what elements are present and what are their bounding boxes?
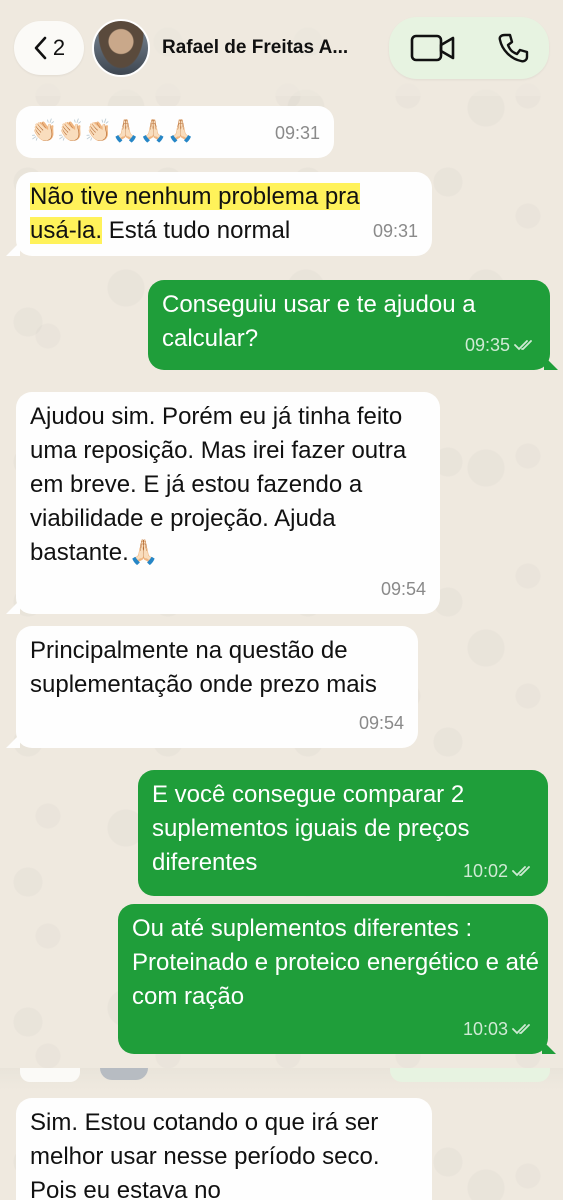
highlighted-text: usá-la.	[30, 217, 103, 244]
incoming-message-bubble[interactable]: Principalmente na questão de suplementaç…	[16, 626, 418, 748]
message-time: 09:31	[372, 221, 418, 241]
message-time-row: 10:02	[463, 854, 534, 888]
message-time: 09:54	[380, 579, 426, 599]
call-actions	[389, 17, 549, 79]
outgoing-message-bubble[interactable]: Ou até suplementos diferentes : Proteina…	[118, 904, 548, 1054]
message-text: Sim. Estou cotando o que irá ser melhor …	[30, 1109, 380, 1200]
phone-icon[interactable]	[497, 32, 529, 64]
unread-count: 2	[52, 35, 66, 60]
message-time: 09:31	[274, 123, 320, 143]
chat-header: 2 Rafael de Freitas A...	[0, 0, 563, 96]
video-camera-icon[interactable]	[410, 33, 456, 63]
double-check-icon	[512, 866, 530, 877]
double-check-icon	[512, 1024, 530, 1035]
message-time-row: 09:35	[465, 328, 536, 362]
chevron-left-icon	[33, 36, 47, 60]
message-text: Ou até suplementos diferentes : Proteina…	[132, 915, 539, 1010]
incoming-message-bubble[interactable]: Ajudou sim. Porém eu já tinha feito uma …	[16, 392, 440, 614]
contact-avatar[interactable]	[92, 19, 150, 77]
message-text-rest: Está tudo normal	[102, 217, 291, 244]
message-text: Ajudou sim. Porém eu já tinha feito uma …	[30, 403, 407, 566]
highlighted-text: Não tive nenhum problema pra	[30, 183, 360, 210]
incoming-message-bubble[interactable]: Não tive nenhum problema pra usá-la. Est…	[16, 172, 432, 256]
message-text: Não tive nenhum problema pra usá-la. Est…	[30, 180, 418, 248]
outgoing-message-bubble[interactable]: E você consegue comparar 2 suplementos i…	[138, 770, 548, 896]
message-text: Principalmente na questão de suplementaç…	[30, 637, 377, 698]
message-text: 👏🏻👏🏻👏🏻🙏🏻🙏🏻🙏🏻	[30, 118, 195, 143]
screenshot-seam	[0, 1068, 563, 1090]
message-time-row: 10:03	[463, 1012, 534, 1046]
back-button[interactable]: 2	[14, 21, 84, 75]
incoming-message-bubble[interactable]: Sim. Estou cotando o que irá ser melhor …	[16, 1098, 432, 1200]
message-time: 09:54	[358, 713, 404, 733]
message-time: 10:02	[462, 861, 508, 881]
incoming-message-bubble[interactable]: 👏🏻👏🏻👏🏻🙏🏻🙏🏻🙏🏻 09:31	[16, 106, 334, 158]
contact-name[interactable]: Rafael de Freitas A...	[162, 37, 372, 59]
outgoing-message-bubble[interactable]: Conseguiu usar e te ajudou a calcular? 0…	[148, 280, 550, 370]
message-time: 10:03	[462, 1019, 508, 1039]
message-time: 09:35	[464, 335, 510, 355]
seam-back-pill	[20, 1068, 80, 1082]
double-check-icon	[514, 340, 532, 351]
seam-call-pill	[390, 1068, 550, 1082]
seam-avatar	[100, 1068, 148, 1080]
